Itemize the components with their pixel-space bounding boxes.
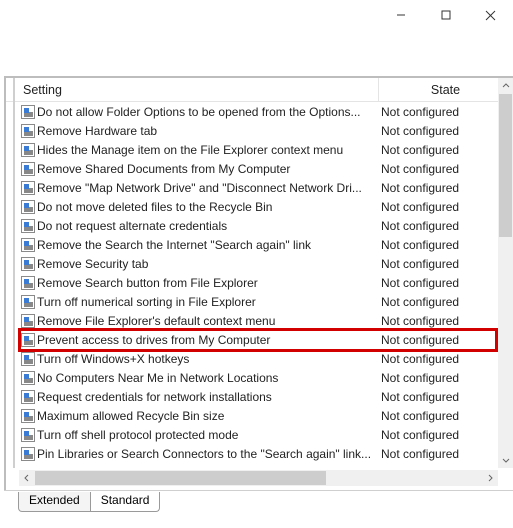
- policy-icon: [19, 143, 37, 157]
- list-item[interactable]: Remove Shared Documents from My Computer…: [19, 159, 498, 178]
- v-scroll-thumb[interactable]: [499, 94, 512, 237]
- setting-label: Remove Search button from File Explorer: [37, 276, 379, 290]
- setting-label: Maximum allowed Recycle Bin size: [37, 409, 379, 423]
- policy-icon: [19, 428, 37, 442]
- list-item[interactable]: Remove Search button from File ExplorerN…: [19, 273, 498, 292]
- setting-label: Prevent access to drives from My Compute…: [37, 333, 379, 347]
- policy-icon: [19, 295, 37, 309]
- policy-icon: [19, 200, 37, 214]
- policy-icon: [19, 162, 37, 176]
- column-header-state[interactable]: State: [379, 78, 513, 101]
- setting-state: Not configured: [379, 143, 498, 157]
- setting-state: Not configured: [379, 409, 498, 423]
- policy-icon: [19, 447, 37, 461]
- setting-state: Not configured: [379, 314, 498, 328]
- list-item[interactable]: Turn off Windows+X hotkeysNot configured: [19, 349, 498, 368]
- tab-extended[interactable]: Extended: [18, 492, 91, 512]
- setting-state: Not configured: [379, 181, 498, 195]
- setting-state: Not configured: [379, 447, 498, 461]
- setting-state: Not configured: [379, 200, 498, 214]
- setting-state: Not configured: [379, 295, 498, 309]
- policy-icon: [19, 371, 37, 385]
- scroll-right-icon[interactable]: [482, 470, 498, 486]
- list-item[interactable]: Do not move deleted files to the Recycle…: [19, 197, 498, 216]
- h-scroll-thumb[interactable]: [35, 471, 326, 485]
- close-button[interactable]: [468, 4, 513, 26]
- list-item[interactable]: Turn off numerical sorting in File Explo…: [19, 292, 498, 311]
- policy-icon: [19, 276, 37, 290]
- policy-icon: [19, 124, 37, 138]
- setting-state: Not configured: [379, 352, 498, 366]
- setting-state: Not configured: [379, 371, 498, 385]
- setting-label: Pin Libraries or Search Connectors to th…: [37, 447, 379, 461]
- policy-icon: [19, 352, 37, 366]
- list-item[interactable]: Do not allow Folder Options to be opened…: [19, 102, 498, 121]
- horizontal-scrollbar[interactable]: [19, 470, 498, 486]
- setting-state: Not configured: [379, 276, 498, 290]
- list-item[interactable]: Remove the Search the Internet "Search a…: [19, 235, 498, 254]
- column-header-setting[interactable]: Setting: [19, 78, 379, 101]
- setting-label: No Computers Near Me in Network Location…: [37, 371, 379, 385]
- setting-label: Turn off Windows+X hotkeys: [37, 352, 379, 366]
- window-titlebar: [0, 0, 513, 30]
- setting-label: Remove the Search the Internet "Search a…: [37, 238, 379, 252]
- list-item[interactable]: Pin Libraries or Search Connectors to th…: [19, 444, 498, 463]
- setting-label: Do not move deleted files to the Recycle…: [37, 200, 379, 214]
- list-item[interactable]: Request credentials for network installa…: [19, 387, 498, 406]
- list-item[interactable]: No Computers Near Me in Network Location…: [19, 368, 498, 387]
- list-item[interactable]: Remove File Explorer's default context m…: [19, 311, 498, 330]
- list-item[interactable]: Remove Hardware tabNot configured: [19, 121, 498, 140]
- setting-state: Not configured: [379, 428, 498, 442]
- list-item[interactable]: Maximum allowed Recycle Bin sizeNot conf…: [19, 406, 498, 425]
- setting-state: Not configured: [379, 124, 498, 138]
- setting-label: Turn off shell protocol protected mode: [37, 428, 379, 442]
- setting-label: Remove "Map Network Drive" and "Disconne…: [37, 181, 379, 195]
- setting-label: Request credentials for network installa…: [37, 390, 379, 404]
- setting-label: Remove Hardware tab: [37, 124, 379, 138]
- list-item[interactable]: Hides the Manage item on the File Explor…: [19, 140, 498, 159]
- policy-icon: [19, 238, 37, 252]
- scroll-down-icon[interactable]: [498, 452, 513, 468]
- column-header-row: Setting State: [6, 78, 513, 102]
- setting-label: Hides the Manage item on the File Explor…: [37, 143, 379, 157]
- settings-list-panel: Setting State Do not allow Folder Option…: [4, 76, 513, 490]
- view-tabs: Extended Standard: [18, 492, 159, 512]
- setting-state: Not configured: [379, 333, 498, 347]
- setting-state: Not configured: [379, 219, 498, 233]
- policy-icon: [19, 257, 37, 271]
- setting-state: Not configured: [379, 105, 498, 119]
- settings-list[interactable]: Do not allow Folder Options to be opened…: [19, 102, 498, 468]
- scroll-left-icon[interactable]: [19, 470, 35, 486]
- list-item[interactable]: Remove Security tabNot configured: [19, 254, 498, 273]
- setting-state: Not configured: [379, 390, 498, 404]
- vertical-scrollbar[interactable]: [498, 78, 513, 468]
- maximize-button[interactable]: [423, 4, 468, 26]
- scroll-up-icon[interactable]: [498, 78, 513, 94]
- setting-state: Not configured: [379, 238, 498, 252]
- policy-icon: [19, 390, 37, 404]
- policy-icon: [19, 105, 37, 119]
- policy-icon: [19, 333, 37, 347]
- v-scroll-track[interactable]: [498, 94, 513, 452]
- list-item[interactable]: Prevent access to drives from My Compute…: [19, 330, 498, 349]
- tab-standard[interactable]: Standard: [90, 492, 161, 512]
- setting-state: Not configured: [379, 162, 498, 176]
- minimize-button[interactable]: [378, 4, 423, 26]
- policy-icon: [19, 314, 37, 328]
- setting-state: Not configured: [379, 257, 498, 271]
- setting-label: Turn off numerical sorting in File Explo…: [37, 295, 379, 309]
- setting-label: Remove Shared Documents from My Computer: [37, 162, 379, 176]
- policy-icon: [19, 219, 37, 233]
- list-item[interactable]: Do not request alternate credentialsNot …: [19, 216, 498, 235]
- h-scroll-track[interactable]: [35, 470, 482, 486]
- policy-icon: [19, 409, 37, 423]
- setting-label: Remove File Explorer's default context m…: [37, 314, 379, 328]
- setting-label: Do not request alternate credentials: [37, 219, 379, 233]
- setting-label: Remove Security tab: [37, 257, 379, 271]
- list-item[interactable]: Turn off shell protocol protected modeNo…: [19, 425, 498, 444]
- list-item[interactable]: Remove "Map Network Drive" and "Disconne…: [19, 178, 498, 197]
- policy-icon: [19, 181, 37, 195]
- setting-label: Do not allow Folder Options to be opened…: [37, 105, 379, 119]
